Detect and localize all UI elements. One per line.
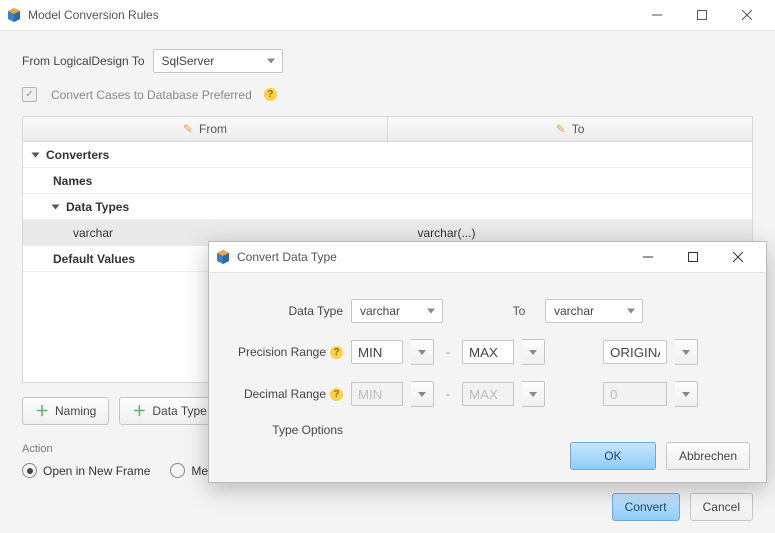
col-from[interactable]: ✎ From [23, 117, 388, 141]
precision-label: Precision Range? [233, 345, 343, 359]
minimize-button[interactable] [634, 0, 679, 30]
chevron-down-icon [529, 392, 537, 397]
type-options-label: Type Options [233, 423, 343, 437]
dialog-minimize-button[interactable] [625, 242, 670, 272]
chevron-down-icon [682, 392, 690, 397]
minimize-icon [652, 10, 662, 20]
decimal-label: Decimal Range? [233, 387, 343, 401]
radio-icon [170, 463, 185, 478]
main-titlebar: Model Conversion Rules [0, 0, 775, 31]
main-title: Model Conversion Rules [28, 8, 159, 22]
dtype-to-select[interactable]: varchar [545, 299, 643, 323]
precision-result-dropdown[interactable] [675, 339, 698, 365]
decimal-result-dropdown [675, 381, 698, 407]
convert-cases-label: Convert Cases to Database Preferred [51, 88, 252, 102]
to-label: To [501, 304, 537, 318]
chevron-down-icon [418, 350, 426, 355]
radio-icon [22, 463, 37, 478]
ok-button[interactable]: OK [570, 442, 656, 470]
dialog-title: Convert Data Type [237, 250, 337, 264]
minimize-icon [643, 252, 653, 262]
maximize-icon [688, 252, 698, 262]
app-cube-icon [6, 7, 22, 23]
main-window: Model Conversion Rules From LogicalDesig… [0, 0, 775, 533]
target-db-select[interactable]: SqlServer [153, 49, 283, 73]
radio-merge[interactable]: Me [170, 463, 208, 478]
precision-min-input[interactable] [351, 340, 403, 364]
convert-cases-checkbox[interactable] [22, 87, 37, 102]
chevron-down-icon [682, 350, 690, 355]
abbrechen-button[interactable]: Abbrechen [666, 442, 750, 470]
cancel-button[interactable]: Cancel [690, 493, 753, 521]
precision-min-dropdown[interactable] [411, 339, 434, 365]
grid-row-converters[interactable]: Converters [23, 142, 752, 168]
close-button[interactable] [724, 0, 769, 30]
convert-button[interactable]: Convert [612, 493, 680, 521]
plus-icon: ＋ [35, 401, 49, 421]
chevron-down-icon [529, 350, 537, 355]
grid-row-datatypes[interactable]: Data Types [23, 194, 752, 220]
help-icon[interactable]: ? [330, 346, 343, 359]
add-datatype-button[interactable]: ＋ Data Type [119, 397, 219, 425]
convert-datatype-dialog: Convert Data Type Data Type varchar To v… [208, 241, 767, 483]
chevron-down-icon [52, 204, 60, 209]
grid-header: ✎ From ✎ To [23, 117, 752, 142]
col-to[interactable]: ✎ To [388, 117, 752, 141]
decimal-max-dropdown [522, 381, 545, 407]
dtype-label: Data Type [233, 304, 343, 318]
chevron-down-icon [418, 392, 426, 397]
help-icon[interactable]: ? [330, 388, 343, 401]
chevron-down-icon [32, 152, 40, 157]
add-naming-button[interactable]: ＋ Naming [22, 397, 109, 425]
help-icon[interactable]: ? [264, 88, 277, 101]
dialog-maximize-button[interactable] [670, 242, 715, 272]
pencil-icon: ✎ [556, 122, 566, 136]
decimal-min-input [351, 382, 403, 406]
decimal-result-input [603, 382, 667, 406]
decimal-min-dropdown [411, 381, 434, 407]
grid-row-names[interactable]: Names [23, 168, 752, 194]
precision-result-input[interactable] [603, 340, 667, 364]
dialog-titlebar: Convert Data Type [209, 242, 766, 273]
plus-icon: ＋ [132, 401, 146, 421]
maximize-icon [697, 10, 707, 20]
close-icon [742, 10, 752, 20]
decimal-max-input [462, 382, 514, 406]
maximize-button[interactable] [679, 0, 724, 30]
precision-max-dropdown[interactable] [522, 339, 545, 365]
app-cube-icon [215, 249, 231, 265]
dialog-close-button[interactable] [715, 242, 760, 272]
close-icon [733, 252, 743, 262]
from-to-label: From LogicalDesign To [22, 54, 145, 68]
radio-open-frame[interactable]: Open in New Frame [22, 463, 150, 478]
pencil-icon: ✎ [183, 122, 193, 136]
precision-max-input[interactable] [462, 340, 514, 364]
dtype-from-select[interactable]: varchar [351, 299, 443, 323]
